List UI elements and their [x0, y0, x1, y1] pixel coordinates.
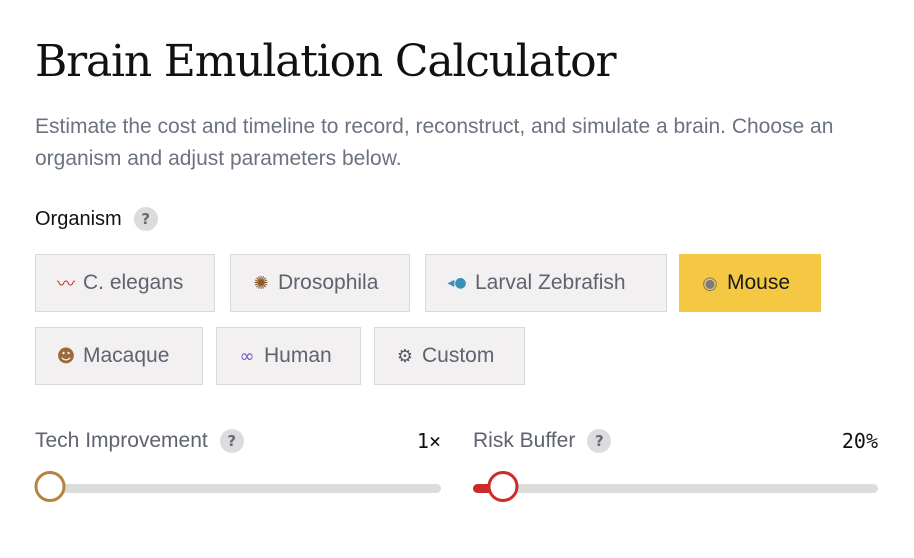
- organism-option-label: Human: [264, 344, 332, 367]
- organism-option-label: Mouse: [727, 271, 791, 294]
- tech-improvement-value: 1×: [416, 429, 441, 453]
- organism-option-larval-zebrafish[interactable]: ◂● Larval Zebrafish: [425, 254, 667, 312]
- gear-icon: ⚙: [396, 345, 414, 367]
- organism-option-label: Drosophila: [278, 271, 379, 294]
- page-description: Estimate the cost and timeline to record…: [35, 115, 834, 170]
- organism-option-label: Custom: [422, 344, 495, 367]
- organism-option-drosophila[interactable]: ✺ Drosophila: [230, 254, 410, 312]
- organism-option-label: C. elegans: [83, 271, 184, 294]
- monkey-icon: ☻: [56, 345, 76, 367]
- organism-option-label: Macaque: [83, 344, 170, 367]
- organism-label: Organism ?: [35, 207, 158, 231]
- tech-improvement-label-text: Tech Improvement: [35, 429, 208, 452]
- organism-help-icon[interactable]: ?: [133, 207, 158, 231]
- dna-icon: ∞: [239, 345, 255, 367]
- tech-improvement-label: Tech Improvement ?: [35, 429, 244, 453]
- organism-option-label: Larval Zebrafish: [475, 271, 626, 294]
- risk-buffer-label: Risk Buffer ?: [473, 429, 612, 453]
- organism-option-macaque[interactable]: ☻ Macaque: [35, 327, 203, 385]
- organism-option-mouse[interactable]: ◉ Mouse: [679, 254, 821, 312]
- tech-improvement-help-icon[interactable]: ?: [219, 429, 244, 453]
- risk-buffer-slider-group: Risk Buffer ? 20%: [473, 427, 878, 502]
- tech-improvement-slider-group: Tech Improvement ? 1×: [34, 427, 441, 502]
- fish-icon: ◂●: [447, 275, 467, 291]
- mouse-icon: ◉: [702, 272, 718, 294]
- organism-option-human[interactable]: ∞ Human: [216, 327, 361, 385]
- organism-option-c-elegans[interactable]: 〰 C. elegans: [35, 254, 215, 312]
- fly-icon: ✺: [253, 272, 269, 294]
- risk-buffer-track[interactable]: [473, 484, 878, 493]
- worm-icon: 〰: [57, 274, 75, 295]
- tech-improvement-track[interactable]: [35, 484, 441, 493]
- risk-buffer-help-icon[interactable]: ?: [587, 429, 612, 453]
- page-title: Brain Emulation Calculator: [35, 36, 617, 87]
- risk-buffer-value: 20%: [841, 429, 878, 453]
- organism-option-custom[interactable]: ⚙ Custom: [374, 327, 525, 385]
- organism-label-text: Organism: [35, 207, 122, 230]
- tech-improvement-thumb[interactable]: [34, 471, 66, 502]
- risk-buffer-label-text: Risk Buffer: [473, 429, 576, 452]
- risk-buffer-thumb[interactable]: [487, 471, 519, 502]
